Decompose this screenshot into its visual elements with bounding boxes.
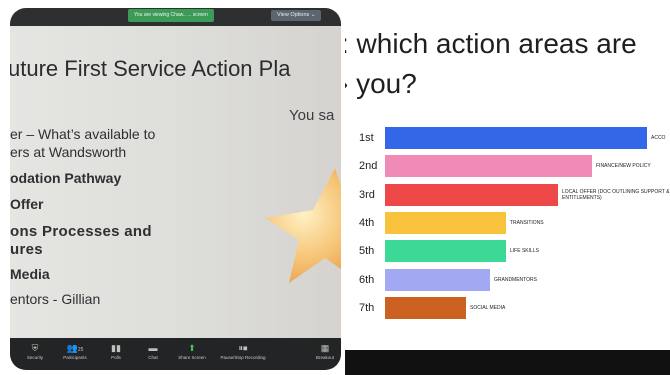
question-line-1: : which action areas are <box>345 28 637 59</box>
recording-button[interactable]: ⏸⏹ Pause/Stop Recording <box>215 341 271 360</box>
question-line-2: › you? <box>345 68 417 99</box>
zoom-top-bar: You are viewing Chaw.. ... screen View O… <box>10 8 341 26</box>
toolbar-label: Participants <box>63 355 87 360</box>
slide-title: uture First Service Action Pla <box>10 56 291 81</box>
polls-button[interactable]: ▮▮ Polls <box>96 341 136 360</box>
bar-option-label: LIFE SKILLS <box>510 248 539 255</box>
recording-icon: ⏸⏹ <box>238 343 248 353</box>
rank-bar <box>385 183 558 206</box>
rank-label: 7th <box>359 301 375 314</box>
share-screen-icon: ⬆ <box>188 343 196 353</box>
slide-you-said: You sa <box>289 107 335 124</box>
slide-bullet-line: ons Processes and <box>10 223 152 240</box>
toolbar-label: Breakout <box>315 355 334 360</box>
slide-bullet-line: ures <box>10 241 43 258</box>
toolbar-label: Polls <box>111 355 121 360</box>
view-options-button[interactable]: View Options ⌄ <box>271 10 322 21</box>
shield-icon: ⛨ <box>31 343 39 353</box>
slide-bullet-1: er – What’s available to ers at Wandswor… <box>10 125 155 161</box>
rank-bar <box>385 268 490 291</box>
security-button[interactable]: ⛨ Security <box>15 341 55 360</box>
breakout-button[interactable]: ▦ Breakout <box>305 341 341 360</box>
chat-button[interactable]: ▬ Chat <box>133 341 173 360</box>
breakout-icon: ▦ <box>320 343 330 353</box>
rank-bar <box>385 155 592 178</box>
zoom-screen-photo: You are viewing Chaw.. ... screen View O… <box>10 8 341 370</box>
rank-label: 1st <box>359 132 374 144</box>
bar-option-label: TRANSITIONS <box>510 219 544 226</box>
bar-option-label: SOCIAL MEDIA <box>470 304 506 311</box>
rank-bar <box>385 127 647 149</box>
bar-option-label: LOCAL OFFER (DOC OUTLINING SUPPORT & ENT… <box>562 188 670 201</box>
polls-icon: ▮▮ <box>111 343 121 353</box>
rank-label: 6th <box>359 273 375 286</box>
toolbar-label: Pause/Stop Recording <box>220 355 266 360</box>
share-screen-button[interactable]: ⬆ Share Screen <box>172 341 212 360</box>
slide-bullet-4: ons Processes and ures <box>10 223 152 259</box>
bar-option-label: GRANDMENTORS <box>494 276 537 283</box>
participants-icon: 👥25 <box>66 343 84 353</box>
rank-label: 2nd <box>359 160 378 173</box>
bottom-bar <box>345 350 670 375</box>
rank-label: 4th <box>359 216 375 229</box>
slide-bullet-line: er – What’s available to <box>10 126 156 142</box>
rank-bar <box>385 211 506 234</box>
slide-bullet-2: odation Pathway <box>10 170 122 186</box>
slide-bullet-5: Media <box>10 266 50 282</box>
participants-button[interactable]: 👥25 Participants <box>55 341 95 360</box>
menti-results-photo: : which action areas are › you? 1st ACCO 2… <box>345 8 670 375</box>
rank-label: 5th <box>359 245 375 258</box>
bar-option-label: FINANCE/NEW POLICY <box>596 163 651 170</box>
bar-option-label: ACCO <box>651 135 666 141</box>
participant-count: 25 <box>77 347 84 353</box>
rank-bar <box>385 296 466 319</box>
slide-bullet-line: ers at Wandsworth <box>10 144 127 160</box>
toolbar-label: Security <box>26 355 44 360</box>
toolbar-label: Share Screen <box>178 355 206 360</box>
toolbar-label: Chat <box>148 355 158 360</box>
viewing-banner: You are viewing Chaw.. ... screen <box>128 9 214 22</box>
slide-bullet-3: Offer <box>10 196 44 212</box>
slide-bullet-6: entors - Gillian <box>10 291 101 307</box>
rank-bar <box>385 240 506 263</box>
chat-icon: ▬ <box>148 343 158 353</box>
zoom-toolbar: ⛨ Security 👥25 Participants ▮▮ Polls ▬ C… <box>10 338 341 370</box>
rank-label: 3rd <box>359 188 375 201</box>
star-icon <box>265 168 341 283</box>
